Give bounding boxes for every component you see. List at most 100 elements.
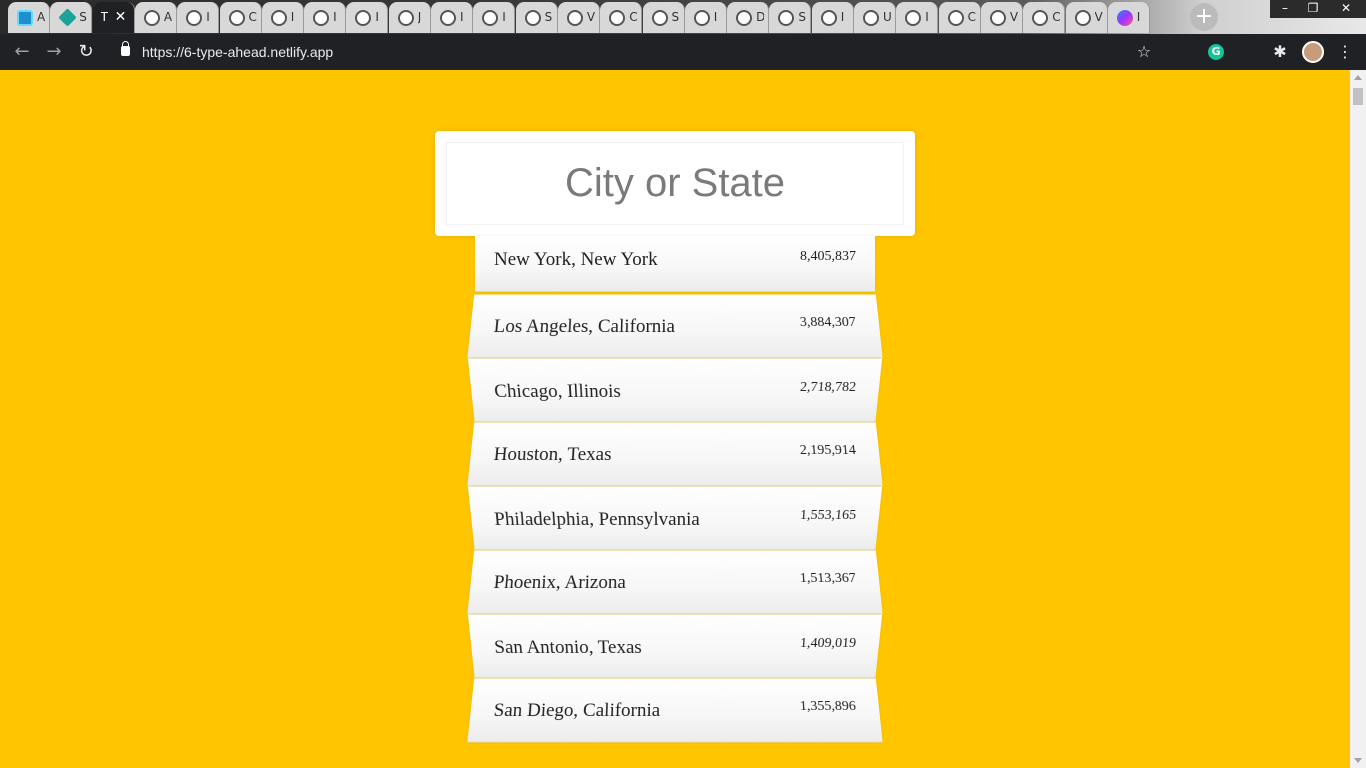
browser-tab[interactable]: V [1065, 2, 1108, 33]
grammarly-icon[interactable]: G [1208, 44, 1224, 60]
browser-tab[interactable]: C [1023, 2, 1066, 33]
globe-icon [355, 10, 372, 26]
search-input[interactable] [446, 142, 904, 225]
tab-title: I [840, 10, 845, 24]
browser-tab[interactable]: T ✕ [92, 2, 135, 33]
bookmark-star-icon[interactable]: ☆ [1132, 40, 1156, 64]
suggestion-city-state: Philadelphia, Pennsylvania [493, 508, 700, 530]
profile-avatar[interactable] [1302, 41, 1324, 63]
browser-tab[interactable]: S [50, 2, 93, 33]
globe-icon [651, 10, 668, 26]
browser-tab[interactable]: I [431, 2, 473, 33]
browser-tab[interactable]: C [938, 2, 981, 33]
browser-tab[interactable]: J [388, 2, 431, 33]
globe-icon [228, 10, 245, 26]
scroll-down-arrow-icon[interactable] [1354, 758, 1362, 763]
globe-icon [482, 10, 499, 26]
globe-icon [566, 10, 583, 26]
browser-tab[interactable]: S [515, 2, 558, 33]
restore-button[interactable]: ❐ [1298, 0, 1328, 18]
browser-tab[interactable]: V [980, 2, 1023, 33]
page-viewport: New York, New York 8,405,837 Los Angeles, … [0, 70, 1350, 768]
suggestion-item[interactable]: Philadelphia, Pennsylvania 1,553,165 [467, 486, 883, 551]
tab-title: C [967, 10, 976, 24]
globe-icon [397, 10, 414, 26]
tab-title: I [460, 10, 464, 24]
minimize-button[interactable]: – [1270, 0, 1300, 18]
back-button[interactable]: ← [10, 40, 34, 64]
suggestion-item[interactable]: San Antonio, Texas 1,409,019 [467, 614, 883, 679]
browser-tab[interactable]: I [1107, 2, 1150, 33]
scrollbar-thumb[interactable] [1353, 88, 1363, 105]
messenger-icon [1116, 10, 1133, 26]
extensions-puzzle-icon[interactable]: ✱ [1268, 40, 1292, 64]
globe-icon [270, 10, 287, 26]
suggestion-item[interactable]: New York, New York 8,405,837 [475, 236, 875, 292]
address-bar[interactable]: https://6-type-ahead.netlify.app [108, 38, 1168, 66]
browser-tab[interactable]: S [642, 2, 685, 33]
lock-icon [121, 41, 130, 56]
browser-tab[interactable]: I [177, 2, 220, 33]
page-scrollbar[interactable] [1350, 70, 1366, 768]
url-text[interactable]: https://6-type-ahead.netlify.app [142, 44, 333, 60]
suggestion-population: 1,409,019 [799, 635, 857, 651]
tab-title: U [883, 10, 891, 24]
browser-tab[interactable]: I [261, 2, 304, 33]
browser-tab[interactable]: I [304, 2, 347, 33]
suggestion-item[interactable]: San Diego, California 1,355,896 [467, 678, 883, 743]
tab-title: S [79, 10, 87, 24]
browser-menu-icon[interactable]: ⋮ [1333, 40, 1357, 64]
suggestions-list: New York, New York 8,405,837 Los Angeles, … [467, 236, 883, 743]
tab-title: I [333, 10, 337, 24]
suggestion-item[interactable]: Houston, Texas 2,195,914 [467, 422, 883, 487]
teal-diamond-icon [58, 8, 77, 27]
browser-tab[interactable]: U [854, 2, 896, 33]
browser-tab[interactable]: I [811, 2, 854, 33]
tab-title: I [925, 10, 929, 24]
suggestion-item[interactable]: Chicago, Illinois 2,718,782 [467, 358, 883, 423]
window-close-button[interactable]: ✕ [1326, 0, 1366, 18]
browser-tab[interactable]: A [8, 2, 50, 33]
forward-button[interactable]: → [42, 40, 66, 64]
suggestion-item[interactable]: Phoenix, Arizona 1,513,367 [467, 550, 883, 615]
tab-title: I [375, 10, 379, 24]
suggestion-city-state: Phoenix, Arizona [492, 572, 627, 594]
globe-icon [863, 10, 879, 26]
suggestion-population: 8,405,837 [800, 249, 856, 264]
browser-tab[interactable]: A [134, 2, 177, 33]
tab-title: S [798, 10, 807, 24]
globe-icon [609, 10, 626, 26]
suggestion-population: 3,884,307 [799, 315, 857, 331]
tab-title: I [206, 10, 210, 24]
tab-title: V [1009, 10, 1018, 24]
suggestion-population: 1,513,367 [799, 571, 857, 587]
suggestion-population: 2,718,782 [799, 379, 857, 395]
tab-title: J [417, 10, 422, 24]
globe-icon [820, 10, 837, 26]
browser-tab[interactable]: C [219, 2, 262, 33]
scroll-up-arrow-icon[interactable] [1354, 75, 1362, 80]
suggestion-city-state: San Diego, California [492, 700, 661, 722]
browser-tab[interactable]: I [684, 2, 727, 33]
new-tab-button[interactable]: + [1190, 3, 1218, 31]
suggestion-item[interactable]: Los Angeles, California 3,884,307 [467, 294, 883, 359]
globe-icon [693, 10, 710, 26]
browser-tab[interactable]: V [557, 2, 600, 33]
browser-tab[interactable]: I [896, 2, 939, 33]
globe-icon [440, 10, 456, 26]
browser-tab[interactable]: S [769, 2, 812, 33]
globe-icon [313, 10, 330, 26]
tab-title: C [629, 10, 638, 24]
browser-tab[interactable]: I [346, 2, 389, 33]
reload-button[interactable]: ↻ [74, 40, 98, 64]
suggestion-population: 2,195,914 [799, 443, 857, 459]
browser-tab[interactable]: I [473, 2, 516, 33]
browser-tab[interactable]: C [600, 2, 643, 33]
suggestion-population: 1,355,896 [799, 699, 857, 715]
globe-icon [143, 10, 160, 26]
tab-title: S [671, 10, 680, 24]
browser-tab[interactable]: D [727, 2, 770, 33]
tab-title: A [37, 10, 45, 24]
tab-close-icon[interactable]: ✕ [115, 8, 127, 25]
back-arrow-icon: ← [14, 41, 30, 62]
